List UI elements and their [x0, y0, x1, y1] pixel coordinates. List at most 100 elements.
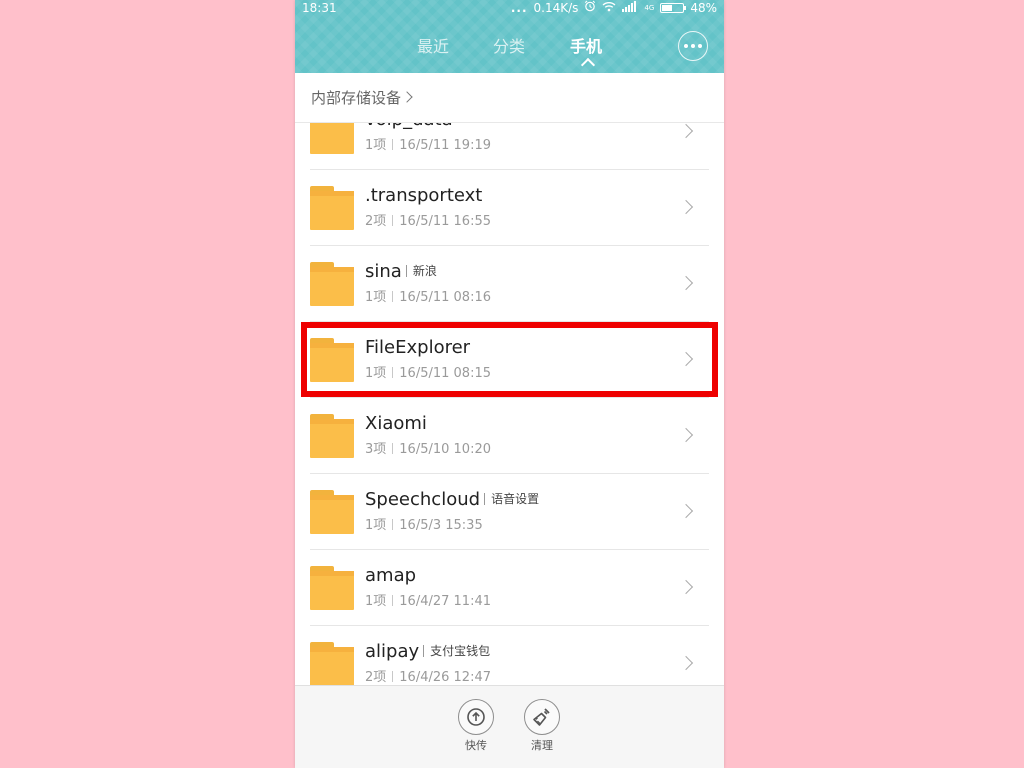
- folder-name: amap: [365, 564, 416, 588]
- chevron-right-icon: [678, 503, 694, 519]
- folder-name: alipay 支付宝钱包: [365, 640, 490, 665]
- bottom-toolbar: 快传 清理: [295, 685, 724, 768]
- breadcrumb-label: 内部存储设备: [311, 89, 402, 107]
- phone-screen: 18:31 ... 0.14K/s 4G 48% 最近 分类 手机 内部存储设备…: [295, 0, 724, 768]
- folder-name: .transportext: [365, 184, 482, 208]
- meta-divider: [392, 595, 394, 606]
- folder-meta: 2项 16/4/26 12:47: [365, 669, 491, 685]
- status-right: ... 0.14K/s 4G 48%: [511, 0, 717, 16]
- folder-name-text: Xiaomi: [365, 413, 427, 434]
- folder-meta: 2项 16/5/11 16:55: [365, 213, 491, 231]
- folder-list: voip_data 1项 16/5/11 19:19 .transportext 2项 1…: [295, 123, 724, 685]
- folder-name-text: Speechcloud: [365, 489, 481, 510]
- tab-category[interactable]: 分类: [493, 36, 525, 58]
- signal-icon: [622, 0, 638, 16]
- item-count: 3项: [365, 442, 387, 457]
- clean-button[interactable]: 清理: [522, 699, 562, 753]
- folder-row[interactable]: FileExplorer 1项 16/5/11 08:15: [295, 322, 724, 398]
- share-label: 快传: [465, 739, 487, 752]
- folder-row[interactable]: voip_data 1项 16/5/11 19:19: [295, 123, 724, 170]
- battery-percent: 48%: [690, 1, 717, 15]
- folder-meta: 1项 16/5/11 08:15: [365, 365, 491, 383]
- modified-date: 16/5/11 19:19: [399, 138, 491, 153]
- folder-icon: [310, 566, 354, 610]
- status-bar: 18:31 ... 0.14K/s 4G 48%: [295, 0, 724, 16]
- chevron-right-icon: [678, 655, 694, 671]
- folder-name: voip_data: [365, 123, 453, 132]
- upload-icon: [458, 699, 494, 735]
- folder-meta: 3项 16/5/10 10:20: [365, 441, 491, 459]
- folder-tag: 新浪: [406, 264, 437, 278]
- meta-divider: [392, 139, 394, 150]
- clean-label: 清理: [531, 739, 553, 752]
- more-icon: [684, 44, 688, 48]
- more-button[interactable]: [678, 31, 708, 61]
- modified-date: 16/5/11 16:55: [399, 214, 491, 229]
- meta-divider: [392, 519, 394, 530]
- folder-icon: [310, 262, 354, 306]
- top-bar: 18:31 ... 0.14K/s 4G 48% 最近 分类 手机: [295, 0, 724, 73]
- tab-recent[interactable]: 最近: [417, 36, 449, 58]
- folder-row[interactable]: alipay 支付宝钱包 2项 16/4/26 12:47: [295, 626, 724, 685]
- folder-name-text: alipay: [365, 641, 420, 662]
- folder-name-text: sina: [365, 261, 402, 282]
- folder-meta: 1项 16/5/11 19:19: [365, 137, 491, 155]
- breadcrumb[interactable]: 内部存储设备: [311, 86, 413, 110]
- folder-name: sina 新浪: [365, 260, 437, 285]
- folder-tag: 支付宝钱包: [423, 644, 490, 658]
- item-count: 2项: [365, 214, 387, 229]
- tab-phone[interactable]: 手机: [570, 36, 602, 58]
- folder-icon: [310, 490, 354, 534]
- folder-meta: 1项 16/5/11 08:16: [365, 289, 491, 307]
- folder-name: FileExplorer: [365, 336, 470, 360]
- battery-fill: [662, 5, 673, 11]
- chevron-right-icon: [678, 199, 694, 215]
- item-count: 1项: [365, 518, 387, 533]
- alarm-icon: [584, 0, 596, 16]
- battery-icon: [660, 3, 687, 13]
- item-count: 1项: [365, 290, 387, 305]
- item-count: 1项: [365, 594, 387, 609]
- item-count: 1项: [365, 138, 387, 153]
- folder-name-text: .transportext: [365, 185, 483, 206]
- folder-name-text: FileExplorer: [365, 337, 471, 358]
- modified-date: 16/5/11 08:15: [399, 366, 491, 381]
- folder-row[interactable]: Speechcloud 语音设置 1项 16/5/3 15:35: [295, 474, 724, 550]
- folder-name-text: voip_data: [365, 123, 453, 130]
- chevron-right-icon: [678, 123, 694, 139]
- chevron-right-icon: [678, 275, 694, 291]
- share-button[interactable]: 快传: [456, 699, 496, 753]
- network-type: 4G: [644, 3, 655, 12]
- meta-divider: [392, 291, 394, 302]
- folder-meta: 1项 16/5/3 15:35: [365, 517, 483, 535]
- folder-icon: [310, 642, 354, 685]
- network-speed: 0.14K/s: [533, 1, 579, 15]
- chevron-right-icon: [401, 91, 413, 103]
- status-time: 18:31: [302, 1, 337, 15]
- folder-name-text: amap: [365, 565, 417, 586]
- meta-divider: [392, 367, 394, 378]
- wifi-icon: [602, 0, 616, 16]
- folder-row[interactable]: .transportext 2项 16/5/11 16:55: [295, 170, 724, 246]
- item-count: 2项: [365, 670, 387, 685]
- active-tab-indicator: [580, 57, 596, 73]
- meta-divider: [392, 671, 394, 682]
- folder-icon: [310, 338, 354, 382]
- header-tabs: 最近 分类 手机: [295, 36, 724, 73]
- meta-divider: [392, 443, 394, 454]
- status-dots: ...: [510, 1, 528, 15]
- folder-row[interactable]: amap 1项 16/4/27 11:41: [295, 550, 724, 626]
- folder-row[interactable]: sina 新浪 1项 16/5/11 08:16: [295, 246, 724, 322]
- modified-date: 16/5/11 08:16: [399, 290, 491, 305]
- modified-date: 16/5/10 10:20: [399, 442, 491, 457]
- item-count: 1项: [365, 366, 387, 381]
- chevron-right-icon: [678, 579, 694, 595]
- broom-icon: [524, 699, 560, 735]
- folder-icon: [310, 186, 354, 230]
- folder-icon: [310, 414, 354, 458]
- folder-row[interactable]: Xiaomi 3项 16/5/10 10:20: [295, 398, 724, 474]
- folder-name: Xiaomi: [365, 412, 427, 436]
- folder-tag: 语音设置: [484, 492, 539, 506]
- chevron-right-icon: [678, 351, 694, 367]
- folder-name: Speechcloud 语音设置: [365, 488, 539, 513]
